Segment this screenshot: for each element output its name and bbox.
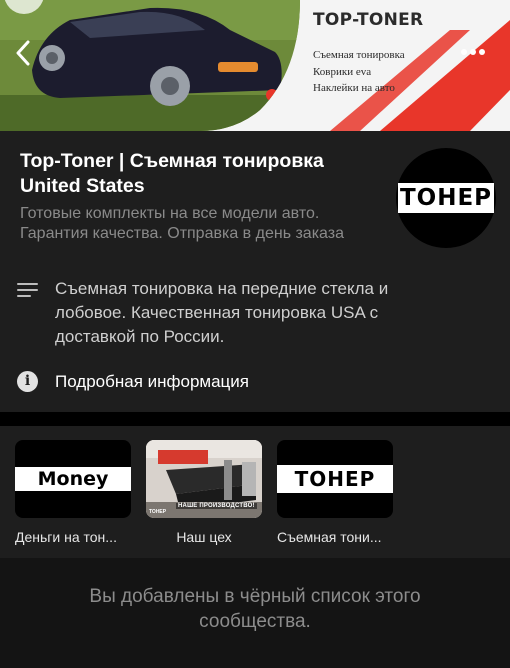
details-link[interactable]: i Подробная информация	[0, 366, 510, 398]
album-caption: Наш цех	[176, 529, 232, 545]
back-button[interactable]	[8, 36, 38, 70]
community-description: Съемная тонировка на передние стекла и л…	[55, 279, 389, 346]
blocked-message: Вы добавлены в чёрный список этого сообщ…	[89, 586, 421, 632]
community-header: Top-Toner | Съемная тонировка United Sta…	[0, 131, 510, 412]
text-lines-icon	[17, 283, 38, 297]
album-item[interactable]: НАШЕ ПРОИЗВОДСТВО! ТОНЕР Наш цех	[146, 440, 262, 545]
album-thumb-text: Money	[15, 467, 131, 491]
album-thumbnail: НАШЕ ПРОИЗВОДСТВО! ТОНЕР	[146, 440, 262, 518]
more-button[interactable]	[456, 40, 490, 64]
community-title: Top-Toner | Съемная тонировка United Sta…	[20, 150, 324, 197]
cover-brand-text: TOP-TONER	[313, 10, 424, 30]
more-horizontal-icon	[461, 49, 485, 55]
details-label: Подробная информация	[55, 372, 249, 391]
album-caption: Съемная тони...	[277, 529, 382, 545]
album-item[interactable]: ТОНЕР Съемная тони...	[277, 440, 393, 545]
cover-line-mats: Коврики eva	[313, 66, 372, 78]
album-thumbnail: Money	[15, 440, 131, 518]
cover-image	[0, 0, 510, 131]
avatar-logo-text: ТОНЕР	[398, 183, 494, 213]
cover-line-tint: Съемная тонировка	[313, 49, 405, 61]
blocked-notice: Вы добавлены в чёрный список этого сообщ…	[0, 558, 510, 668]
album-thumb-logo: ТОНЕР	[149, 509, 167, 515]
album-thumbnail: ТОНЕР	[277, 440, 393, 518]
info-icon: i	[17, 371, 38, 392]
album-thumb-text: ТОНЕР	[277, 465, 393, 493]
album-thumb-text: НАШЕ ПРОИЗВОДСТВО!	[176, 503, 257, 509]
cover-banner: TOP-TONER Съемная тонировка Коврики eva …	[0, 0, 510, 131]
community-status: Готовые комплекты на все модели авто. Га…	[20, 205, 345, 242]
chevron-left-icon	[16, 40, 30, 66]
album-item[interactable]: Money Деньги на тон...	[15, 440, 131, 545]
avatar[interactable]: ТОНЕР	[396, 148, 496, 248]
albums-strip: Money Деньги на тон... НАШЕ ПРОИЗВОДСТВО…	[0, 426, 510, 558]
album-caption: Деньги на тон...	[15, 529, 117, 545]
cover-line-stickers: Наклейки на авто	[313, 82, 395, 94]
